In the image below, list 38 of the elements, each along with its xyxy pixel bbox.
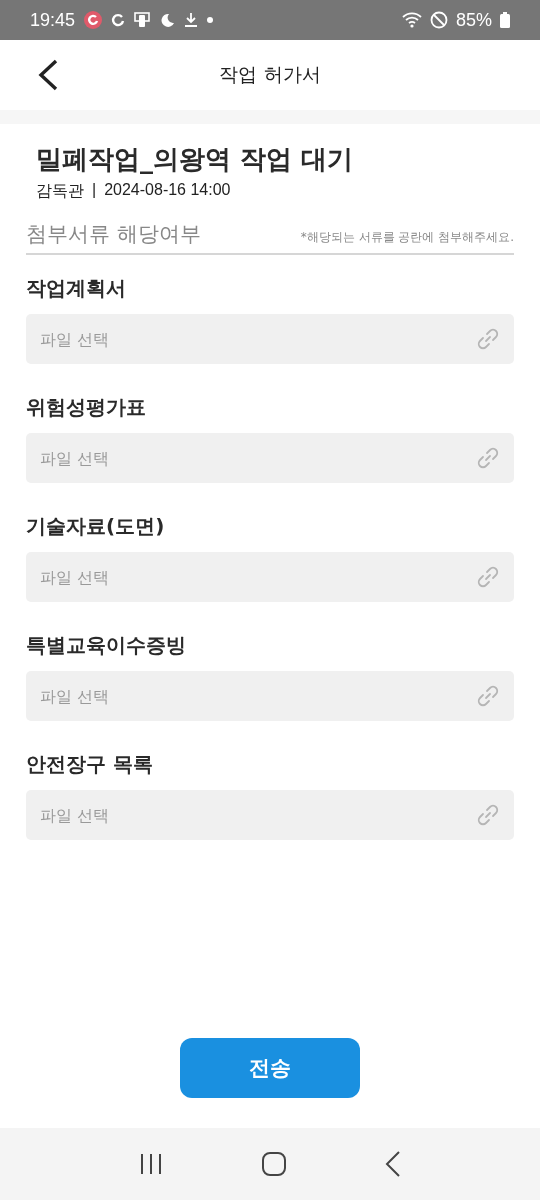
dot-icon — [207, 17, 214, 23]
status-time: 19:45 — [30, 9, 76, 31]
work-title: 밀폐작업_의왕역 작업 대기 — [36, 143, 355, 176]
file-select-field[interactable]: 파일 선택 — [26, 790, 514, 840]
home-icon[interactable] — [262, 1152, 286, 1176]
link-icon — [476, 446, 500, 470]
work-datetime: 2024-08-16 14:00 — [104, 181, 231, 200]
phone-icon — [133, 11, 152, 29]
link-icon — [476, 565, 500, 589]
file-select-field[interactable]: 파일 선택 — [26, 671, 514, 721]
document-label: 위험성평가표 — [26, 394, 147, 421]
link-icon — [476, 803, 500, 827]
recent-apps-icon[interactable] — [139, 1152, 164, 1176]
back-button[interactable] — [36, 58, 60, 92]
wifi-icon — [401, 11, 422, 29]
document-label: 기술자료(도면) — [26, 513, 166, 540]
do-not-disturb-icon — [429, 11, 448, 29]
document-label: 특별교육이수증빙 — [26, 632, 187, 659]
moon-icon — [159, 12, 176, 28]
document-label: 안전장구 목록 — [26, 751, 154, 778]
section-heading: 첨부서류 해당여부 — [26, 221, 201, 248]
battery-icon — [500, 12, 510, 28]
page-title: 작업 허가서 — [219, 62, 321, 87]
link-icon — [476, 327, 500, 351]
file-select-field[interactable]: 파일 선택 — [26, 433, 514, 483]
link-icon — [476, 684, 500, 708]
submit-button[interactable]: 전송 — [180, 1038, 360, 1098]
attachment-note: *해당되는 서류를 공란에 첨부해주세요. — [300, 229, 514, 246]
document-label: 작업계획서 — [26, 275, 127, 302]
app-notification-icon — [83, 10, 104, 30]
role-label: 감독관 — [36, 181, 84, 201]
back-icon[interactable] — [384, 1151, 401, 1177]
file-select-field[interactable]: 파일 선택 — [26, 314, 514, 364]
sync-icon — [111, 13, 126, 27]
download-icon — [183, 12, 200, 28]
separator: | — [92, 181, 97, 200]
battery-percent: 85% — [455, 9, 492, 31]
file-select-field[interactable]: 파일 선택 — [26, 552, 514, 602]
